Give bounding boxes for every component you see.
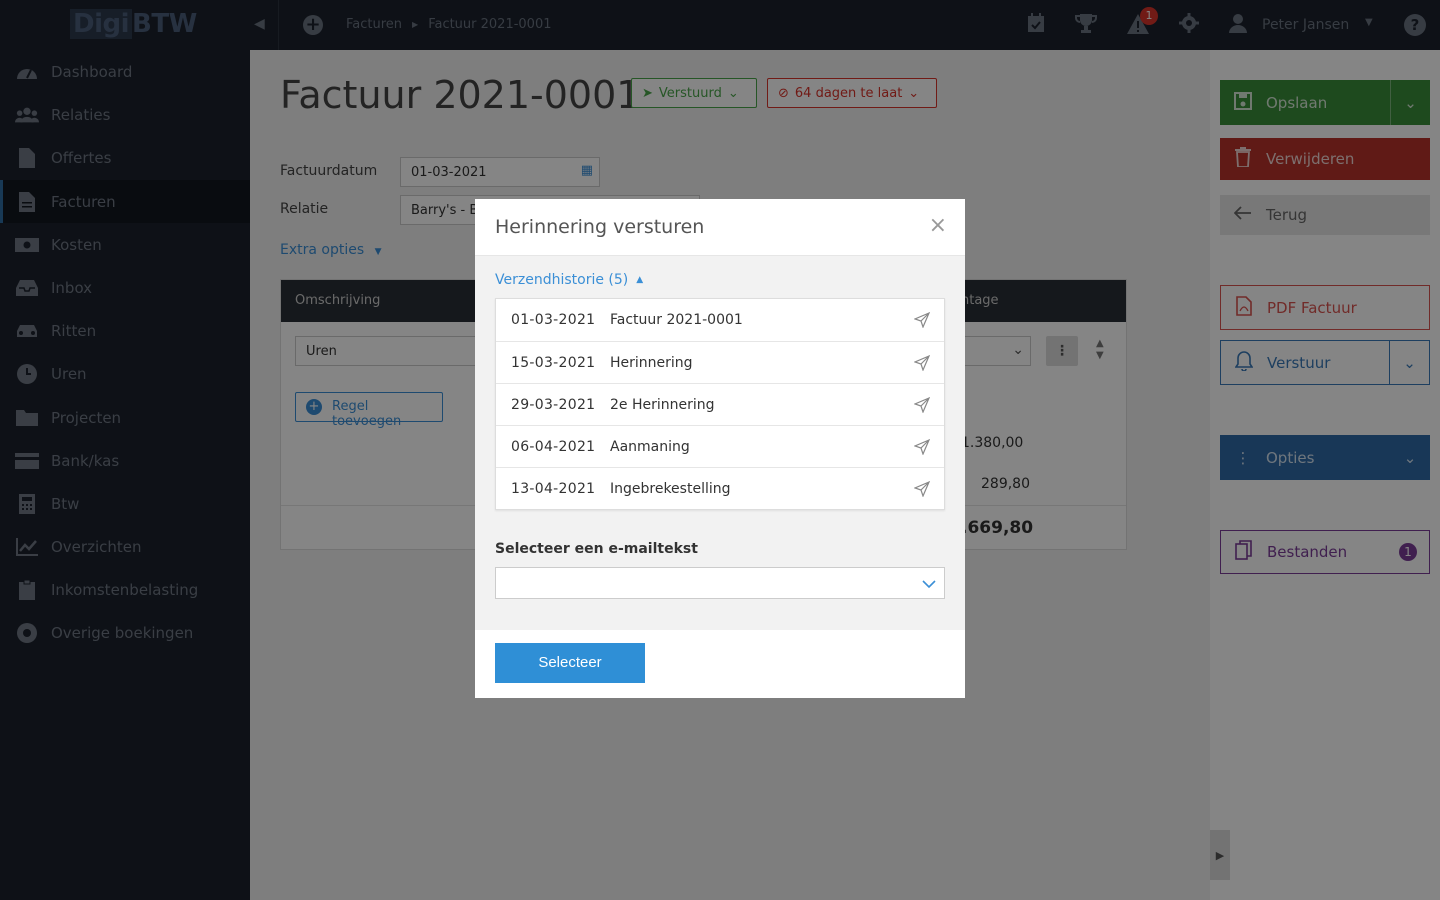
send-history-list: 01-03-2021 Factuur 2021-0001 15-03-2021 … <box>495 298 945 510</box>
history-date: 01-03-2021 <box>511 312 596 328</box>
modal-header: Herinnering versturen × <box>475 199 965 256</box>
history-date: 06-04-2021 <box>511 438 596 455</box>
email-text-label: Selecteer een e-mailtekst <box>495 541 698 557</box>
send-history-toggle[interactable]: Verzendhistorie (5) ▲ <box>495 272 643 288</box>
history-description: Herinnering <box>610 354 693 371</box>
chevron-down-icon <box>922 577 936 593</box>
history-date: 29-03-2021 <box>511 396 596 413</box>
history-description: 2e Herinnering <box>610 396 715 413</box>
list-item: 01-03-2021 Factuur 2021-0001 <box>496 299 944 341</box>
paper-plane-icon[interactable] <box>913 438 932 456</box>
paper-plane-icon[interactable] <box>913 396 932 414</box>
modal-footer: Selecteer <box>475 630 965 698</box>
history-date: 13-04-2021 <box>511 480 596 497</box>
email-text-select[interactable] <box>495 567 945 599</box>
list-item: 13-04-2021 Ingebrekestelling <box>496 467 944 509</box>
history-description: Aanmaning <box>610 438 690 455</box>
history-description: Factuur 2021-0001 <box>610 312 743 328</box>
paper-plane-icon[interactable] <box>913 311 932 329</box>
reminder-modal: Herinnering versturen × Verzendhistorie … <box>475 199 965 698</box>
list-item: 15-03-2021 Herinnering <box>496 341 944 383</box>
close-icon[interactable]: × <box>929 214 947 238</box>
history-date: 15-03-2021 <box>511 354 596 371</box>
modal-title: Herinnering versturen <box>495 216 705 238</box>
select-button[interactable]: Selecteer <box>495 643 645 683</box>
paper-plane-icon[interactable] <box>913 480 932 498</box>
list-item: 29-03-2021 2e Herinnering <box>496 383 944 425</box>
history-description: Ingebrekestelling <box>610 480 731 497</box>
send-history-label: Verzendhistorie (5) <box>495 272 629 288</box>
modal-body: Verzendhistorie (5) ▲ 01-03-2021 Factuur… <box>475 256 965 630</box>
caret-up-icon: ▲ <box>636 275 644 285</box>
paper-plane-icon[interactable] <box>913 354 932 372</box>
list-item: 06-04-2021 Aanmaning <box>496 425 944 467</box>
